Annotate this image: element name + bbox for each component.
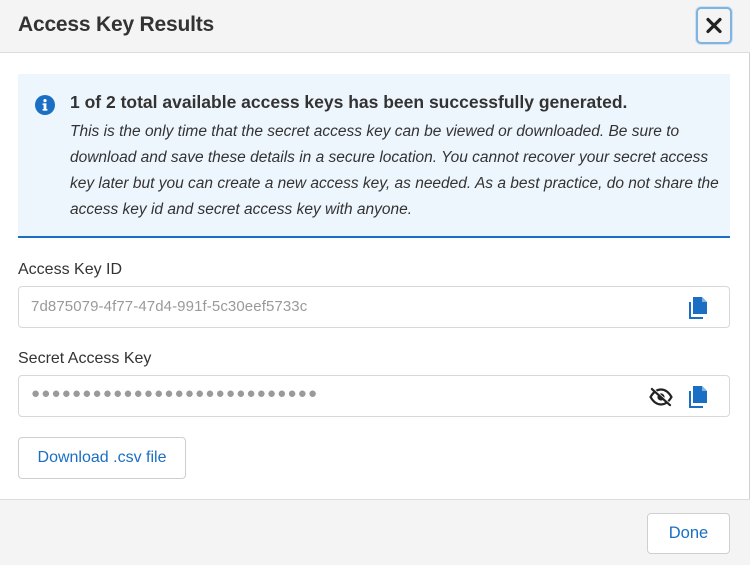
alert-body: This is the only time that the secret ac… bbox=[70, 123, 719, 218]
access-key-id-field[interactable]: 7d875079-4f77-47d4-991f-5c30eef5733c bbox=[18, 286, 730, 328]
dialog-footer: Done bbox=[0, 499, 750, 565]
success-info-alert: 1 of 2 total available access keys has b… bbox=[18, 74, 730, 238]
eye-slash-icon[interactable] bbox=[649, 387, 673, 407]
access-key-id-value[interactable]: 7d875079-4f77-47d4-991f-5c30eef5733c bbox=[31, 298, 307, 315]
dialog-header: Access Key Results bbox=[0, 0, 750, 53]
secret-access-key-label: Secret Access Key bbox=[18, 350, 152, 367]
dialog-title: Access Key Results bbox=[18, 13, 215, 36]
close-icon bbox=[706, 17, 722, 34]
secret-access-key-field[interactable]: ●●●●●●●●●●●●●●●●●●●●●●●●●●●● bbox=[18, 375, 730, 417]
copy-icon[interactable] bbox=[687, 385, 709, 409]
copy-icon[interactable] bbox=[687, 296, 709, 320]
secret-access-key-masked-value[interactable]: ●●●●●●●●●●●●●●●●●●●●●●●●●●●● bbox=[31, 385, 318, 402]
done-button[interactable]: Done bbox=[647, 513, 730, 554]
access-key-id-label: Access Key ID bbox=[18, 261, 123, 278]
download-csv-button[interactable]: Download .csv file bbox=[18, 437, 186, 479]
alert-heading: 1 of 2 total available access keys has b… bbox=[70, 92, 628, 112]
info-icon bbox=[35, 95, 55, 115]
close-button[interactable] bbox=[696, 7, 732, 44]
access-key-results-dialog: Access Key Results 1 of 2 total availabl… bbox=[0, 0, 750, 565]
